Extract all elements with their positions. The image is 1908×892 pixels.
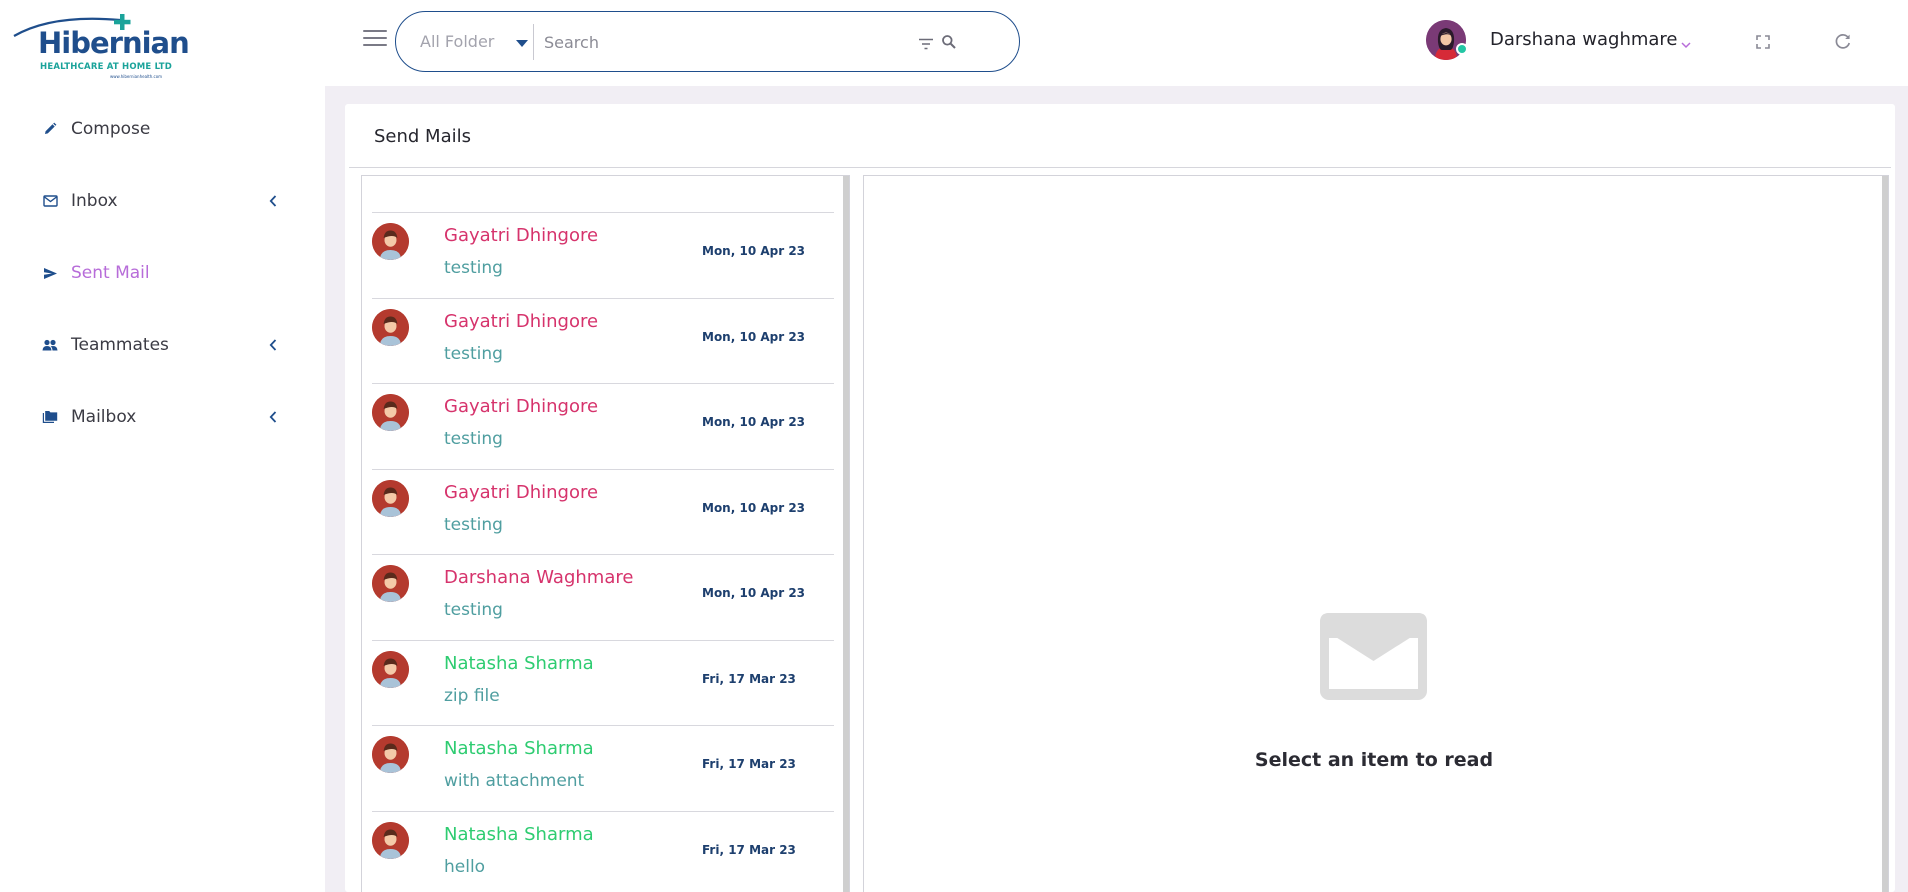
mail-list-item[interactable]: Natasha Sharma with attachment Fri, 17 Mar… [372, 725, 834, 810]
mail-outline-icon [42, 193, 58, 209]
sidebar-item-sent-mail[interactable]: Sent Mail [0, 237, 325, 309]
fullscreen-icon[interactable] [1755, 34, 1771, 50]
search-input[interactable] [544, 30, 884, 54]
mail-sender: Natasha Sharma [444, 823, 594, 845]
mail-date: Fri, 17 Mar 23 [702, 842, 796, 857]
sidebar-item-label: Sent Mail [71, 263, 150, 283]
reading-pane-scrollbar[interactable] [1882, 176, 1888, 892]
mail-subject: testing [444, 429, 503, 449]
sidebar: Hibernian HEALTHCARE AT HOME LTD www.hib… [0, 0, 325, 892]
page-title: Send Mails [374, 126, 471, 147]
online-status-dot [1456, 43, 1468, 55]
mail-subject: testing [444, 600, 503, 620]
sender-avatar [372, 821, 409, 859]
sidebar-nav: Compose Inbox Sent Mail Teammates Mailbo… [0, 93, 325, 453]
send-icon [42, 265, 58, 281]
mail-list-item[interactable]: Darshana Waghmare testing Mon, 10 Apr 23 [372, 554, 834, 639]
mail-sender: Darshana Waghmare [444, 567, 634, 588]
mail-list-item[interactable]: Gayatri Dhingore testing Mon, 10 Apr 23 [372, 212, 834, 297]
chevron-down-icon[interactable] [1680, 35, 1692, 49]
reading-pane: Select an item to read [863, 175, 1889, 892]
topbar: All Folder Darshana waghmare [325, 0, 1908, 86]
sidebar-item-inbox[interactable]: Inbox [0, 165, 325, 237]
folder-filter-select[interactable]: All Folder [420, 32, 494, 51]
brand-website: www.hibernianhealth.com [110, 74, 163, 79]
sender-avatar [372, 223, 409, 260]
mail-subject: hello [444, 856, 486, 877]
divider [349, 167, 1891, 168]
mail-date: Fri, 17 Mar 23 [702, 671, 796, 686]
brand-tagline: HEALTHCARE AT HOME LTD [40, 62, 173, 72]
sender-avatar [372, 308, 409, 346]
chevron-left-icon[interactable] [264, 336, 282, 354]
search-bar: All Folder [395, 11, 1020, 72]
sender-avatar [372, 565, 409, 602]
mail-list-scrollbar[interactable] [843, 176, 849, 892]
sender-avatar [372, 479, 409, 517]
sidebar-item-compose[interactable]: Compose [0, 93, 325, 165]
mail-date: Fri, 17 Mar 23 [702, 757, 796, 771]
folders-icon [42, 409, 58, 425]
caret-down-icon[interactable] [516, 40, 528, 47]
mail-sender: Natasha Sharma [444, 652, 594, 674]
user-name[interactable]: Darshana waghmare [1490, 29, 1678, 50]
reading-pane-empty-text: Select an item to read [1254, 749, 1494, 771]
mail-date: Mon, 10 Apr 23 [702, 329, 806, 344]
mail-date: Mon, 10 Apr 23 [702, 244, 806, 258]
mail-list-item[interactable]: Gayatri Dhingore testing Mon, 10 Apr 23 [372, 297, 834, 383]
mail-subject: testing [444, 343, 503, 364]
mail-list-item[interactable]: Gayatri Dhingore testing Mon, 10 Apr 23 [372, 468, 834, 554]
mail-sender: Natasha Sharma [444, 738, 594, 759]
mail-sender: Gayatri Dhingore [444, 225, 599, 246]
hamburger-menu-icon[interactable] [363, 30, 387, 52]
sidebar-item-label: Mailbox [71, 407, 137, 427]
chevron-left-icon[interactable] [264, 192, 282, 210]
mail-list: Gayatri Dhingore testing Mon, 10 Apr 23 Gay… [361, 175, 850, 892]
mail-date: Mon, 10 Apr 23 [702, 500, 806, 515]
sidebar-item-label: Teammates [71, 335, 169, 355]
filter-icon[interactable] [918, 36, 934, 50]
mail-list-item[interactable]: Natasha Sharma hello Fri, 17 Mar 23 [372, 810, 834, 892]
mail-subject: testing [444, 258, 503, 278]
hibernian-logo[interactable]: Hibernian HEALTHCARE AT HOME LTD www.hib… [12, 12, 190, 79]
sender-avatar [372, 650, 409, 688]
mail-sender: Gayatri Dhingore [444, 481, 599, 503]
envelope-icon [1320, 613, 1427, 700]
search-divider [533, 24, 534, 60]
mail-subject: with attachment [444, 771, 585, 791]
mail-date: Mon, 10 Apr 23 [702, 586, 806, 600]
mail-date: Mon, 10 Apr 23 [702, 415, 806, 429]
sidebar-item-label: Inbox [71, 191, 118, 211]
mail-sender: Gayatri Dhingore [444, 310, 599, 332]
sidebar-item-mailbox[interactable]: Mailbox [0, 381, 325, 453]
sender-avatar [372, 394, 409, 431]
search-icon[interactable] [941, 34, 957, 50]
mail-sender: Gayatri Dhingore [444, 396, 599, 417]
sidebar-item-teammates[interactable]: Teammates [0, 309, 325, 381]
pencil-icon [42, 121, 58, 137]
chevron-left-icon[interactable] [264, 408, 282, 426]
people-icon [42, 337, 58, 353]
sidebar-item-label: Compose [71, 119, 151, 139]
mail-subject: testing [444, 514, 503, 535]
mail-list-item[interactable]: Natasha Sharma zip file Fri, 17 Mar 23 [372, 639, 834, 725]
sender-avatar [372, 736, 409, 773]
refresh-icon[interactable] [1834, 32, 1852, 50]
mail-list-item[interactable]: Gayatri Dhingore testing Mon, 10 Apr 23 [372, 383, 834, 468]
mail-subject: zip file [444, 685, 500, 706]
brand-name: Hibernian [38, 26, 190, 60]
